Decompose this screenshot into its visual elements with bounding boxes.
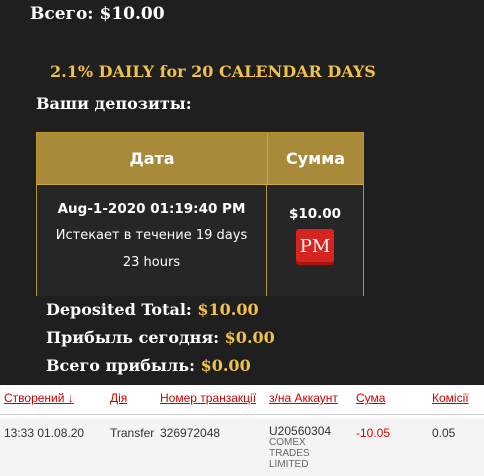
deposit-datetime: Aug-1-2020 01:19:40 PM	[57, 201, 246, 217]
profit-today-value: $0.00	[224, 328, 275, 347]
deposit-date-cell: Aug-1-2020 01:19:40 PM Истекает в течени…	[37, 185, 267, 296]
profit-today: Прибыль сегодня: $0.00	[46, 328, 275, 347]
cell-account: U20560304 COMEX TRADES LIMITED	[269, 424, 332, 470]
deposited-total: Deposited Total: $10.00	[46, 300, 259, 319]
table-divider	[0, 414, 484, 415]
deposit-amount-cell: $10.00 PM	[267, 185, 363, 296]
balance-total: Всего: $10.00	[30, 4, 165, 24]
table-row: 13:33 01.08.20 Transfer 326972048 U20560…	[0, 418, 484, 476]
account-id: U20560304	[269, 424, 332, 438]
deposited-total-label: Deposited Total:	[46, 300, 192, 319]
sort-fees-link[interactable]: Комісії	[432, 391, 469, 405]
cell-created: 13:33 01.08.20	[4, 426, 85, 440]
account-name-line-3: LIMITED	[269, 459, 309, 470]
deposit-expiry: Истекает в течение 19 days	[55, 228, 248, 243]
sort-account-link[interactable]: з/на Аккаунт	[269, 391, 338, 405]
cell-fee: 0.05	[432, 426, 456, 440]
deposit-amount: $10.00	[288, 206, 342, 222]
sort-transaction-number-link[interactable]: Номер транзакції	[160, 391, 256, 405]
column-header-amount: Сумма	[285, 149, 346, 168]
sort-created-link[interactable]: Створений ↓	[4, 391, 74, 405]
cell-action: Transfer	[110, 426, 155, 440]
account-name-line-2: TRADES	[269, 448, 310, 459]
plan-title: 2.1% DAILY for 20 CALENDAR DAYS	[50, 62, 376, 81]
profit-total: Всего прибыль: $0.00	[46, 356, 251, 375]
sort-action-link[interactable]: Дія	[110, 391, 127, 405]
deposits-table-header: Дата Сумма	[37, 133, 363, 185]
deposited-total-value: $10.00	[197, 300, 259, 319]
column-header-date: Дата	[37, 133, 268, 184]
deposit-row: Aug-1-2020 01:19:40 PM Истекает в течени…	[37, 185, 363, 296]
deposits-table: Дата Сумма Aug-1-2020 01:19:40 PM Истека…	[36, 132, 364, 296]
deposit-expiry-hours: 23 hours	[122, 255, 181, 270]
sort-amount-link[interactable]: Сума	[356, 391, 385, 405]
transactions-table: Створений ↓ Дія Номер транзакції з/на Ак…	[0, 385, 484, 476]
perfect-money-logo-icon: PM	[296, 229, 334, 265]
deposits-heading: Ваши депозиты:	[36, 94, 192, 113]
profit-total-value: $0.00	[200, 356, 251, 375]
profit-today-label: Прибыль сегодня:	[46, 328, 220, 347]
transactions-header: Створений ↓ Дія Номер транзакції з/на Ак…	[0, 391, 484, 411]
cell-transaction-number: 326972048	[160, 426, 221, 440]
profit-total-label: Всего прибыль:	[46, 356, 196, 375]
cell-amount: -10.05	[356, 426, 391, 440]
account-name-line-1: COMEX	[269, 437, 306, 448]
